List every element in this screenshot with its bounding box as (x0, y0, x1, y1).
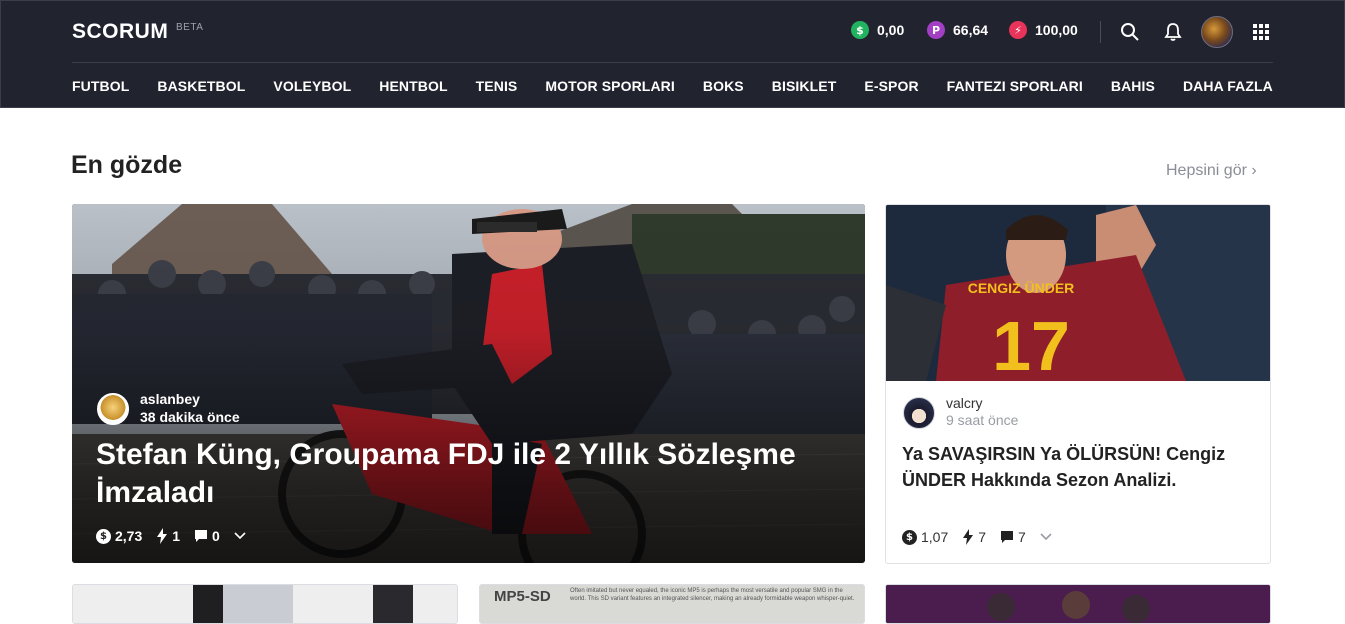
wallet-dollar[interactable]: $ 0,00 (851, 21, 904, 39)
author-avatar[interactable] (97, 393, 129, 425)
post-card-image (886, 585, 1270, 623)
header-divider (1100, 21, 1101, 43)
chevron-down-icon[interactable] (234, 532, 246, 540)
post-card-bottom-middle[interactable]: MP5-SD Often imitated but never equaled,… (479, 584, 865, 624)
payout-value: 1,07 (921, 529, 949, 545)
author-name[interactable]: aslanbey (140, 391, 200, 407)
dollar-coin-icon: $ (851, 21, 869, 39)
wallet-power[interactable]: P 66,64 (927, 21, 988, 39)
comment-count: 0 (212, 528, 220, 544)
bell-icon[interactable] (1162, 21, 1184, 43)
nav-item-daha-fazla[interactable]: DAHA FAZLA (1183, 78, 1273, 94)
lightning-icon (157, 528, 168, 544)
featured-post-card[interactable]: aslanbey 38 dakika önce Stefan Küng, Gro… (72, 204, 865, 563)
nav-item-tenis[interactable]: TENIS (476, 78, 518, 94)
nav-item-fantezi-sporlari[interactable]: FANTEZI SPORLARI (947, 78, 1083, 94)
nav-item-boks[interactable]: BOKS (703, 78, 744, 94)
payout-stat[interactable]: $ 2,73 (96, 528, 142, 544)
author-name[interactable]: valcry (946, 395, 983, 411)
comment-stat[interactable]: 7 (1000, 529, 1026, 545)
comment-icon (195, 530, 208, 542)
dollar-icon: $ (96, 528, 111, 544)
post-stats: $ 1,07 7 7 (902, 529, 1052, 545)
energy-coin-icon: ⚡ (1009, 21, 1027, 39)
nav-item-hentbol[interactable]: HENTBOL (379, 78, 447, 94)
post-card-bottom-right[interactable] (885, 584, 1271, 624)
payout-stat[interactable]: $ 1,07 (902, 529, 948, 545)
comment-icon (1001, 531, 1014, 543)
nav-item-bahis[interactable]: BAHIS (1111, 78, 1155, 94)
wallet-power-value: 66,64 (953, 22, 989, 38)
nav-divider (72, 62, 1273, 63)
chevron-down-icon[interactable] (1040, 533, 1052, 541)
wallet-energy[interactable]: ⚡ 100,00 (1009, 21, 1078, 39)
dollar-icon: $ (902, 529, 917, 545)
vote-count: 1 (172, 528, 181, 544)
weapon-description: Often imitated but never equaled, the ic… (570, 588, 855, 602)
nav-item-voleybol[interactable]: VOLEYBOL (273, 78, 351, 94)
vote-stat[interactable]: 7 (962, 529, 986, 545)
section-title: En gözde (71, 151, 183, 179)
svg-text:17: 17 (992, 307, 1070, 381)
nav-item-motor-sporlari[interactable]: MOTOR SPORLARI (545, 78, 674, 94)
post-card-bottom-left[interactable] (72, 584, 458, 624)
comment-count: 7 (1018, 529, 1026, 545)
post-card[interactable]: 17 CENGIZ ÜNDER valcry 9 saat önce Ya SA… (885, 204, 1271, 564)
svg-text:CENGIZ ÜNDER: CENGIZ ÜNDER (968, 280, 1075, 296)
nav-item-basketbol[interactable]: BASKETBOL (157, 78, 245, 94)
see-all-link[interactable]: Hepsini gör › (1166, 162, 1257, 180)
vote-stat[interactable]: 1 (156, 528, 180, 544)
vote-count: 7 (978, 529, 987, 545)
lightning-icon (963, 529, 974, 545)
post-time: 9 saat önce (946, 412, 1019, 428)
post-title[interactable]: Stefan Küng, Groupama FDJ ile 2 Yıllık S… (96, 436, 796, 512)
post-card-image: 17 CENGIZ ÜNDER (886, 205, 1270, 381)
nav-item-futbol[interactable]: FUTBOL (72, 78, 129, 94)
sports-nav: FUTBOL BASKETBOL VOLEYBOL HENTBOL TENIS … (72, 78, 1273, 94)
wallet-dollar-value: 0,00 (877, 22, 905, 38)
post-time: 38 dakika önce (140, 409, 240, 425)
nav-item-bisiklet[interactable]: BISIKLET (772, 78, 837, 94)
wallet-energy-value: 100,00 (1035, 22, 1078, 38)
power-coin-icon: P (927, 21, 945, 39)
top-header: SCORUM BETA $ 0,00 P 66,64 ⚡ 100,00 FUTB… (0, 0, 1345, 108)
author-avatar[interactable] (903, 397, 935, 429)
scorum-logo[interactable]: SCORUM (72, 20, 168, 44)
user-avatar[interactable] (1201, 16, 1233, 48)
beta-tag: BETA (176, 22, 204, 33)
post-card-image (73, 585, 457, 623)
post-stats: $ 2,73 1 0 (96, 528, 246, 544)
nav-item-e-spor[interactable]: E-SPOR (864, 78, 918, 94)
comment-stat[interactable]: 0 (194, 528, 220, 544)
weapon-label: MP5-SD (494, 588, 551, 605)
payout-value: 2,73 (115, 528, 143, 544)
search-icon[interactable] (1119, 21, 1141, 43)
post-title[interactable]: Ya SAVAŞIRSIN Ya ÖLÜRSÜN! Cengiz ÜNDER H… (902, 441, 1262, 493)
apps-grid-icon[interactable] (1250, 21, 1272, 43)
